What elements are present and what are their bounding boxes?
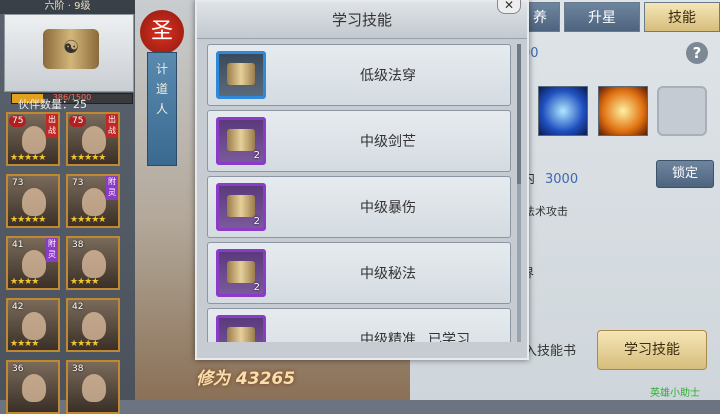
partner-card[interactable]: 42 ★★★★ xyxy=(6,298,60,352)
partner-status-tag: 附灵 xyxy=(106,176,118,200)
sage-badge-icon: 圣 xyxy=(140,10,184,54)
partner-card[interactable]: 38 xyxy=(66,360,120,414)
help-icon[interactable]: ? xyxy=(686,42,708,64)
learned-status: 已学习 xyxy=(428,332,470,342)
banner-char: 人 xyxy=(155,102,168,116)
skill-book-item[interactable]: 2 中级秘法 xyxy=(207,242,511,304)
scroll-icon xyxy=(227,261,255,283)
scroll-icon xyxy=(227,129,255,151)
close-icon[interactable]: ✕ xyxy=(497,0,521,14)
banner-char: 道 xyxy=(155,82,168,96)
rank-level-text: 六阶 · 9级 xyxy=(0,0,135,14)
partner-portrait xyxy=(22,250,46,278)
partner-portrait xyxy=(82,126,106,154)
skillbook-label: 入技能书 xyxy=(524,344,577,359)
banner-text: 计道人 xyxy=(148,59,176,119)
partner-portrait xyxy=(22,374,46,402)
cultivation-value: 修为 43265 xyxy=(196,369,296,389)
skill-book-item[interactable]: 低级法穿 xyxy=(207,44,511,106)
watermark: 英雄小助士 xyxy=(650,388,700,399)
power-row: 内3000 xyxy=(522,168,578,187)
star-rating-icon: ★★★★ xyxy=(70,339,99,349)
skill-book-item[interactable]: 2 中级暴伤 xyxy=(207,176,511,238)
item-count: 2 xyxy=(253,150,260,161)
modal-header: 学习技能 xyxy=(197,2,527,39)
scroll-icon xyxy=(43,29,99,69)
attack-type: 法术攻击 xyxy=(524,205,568,218)
partner-status-tag: 出战 xyxy=(106,114,118,138)
star-rating-icon: ★★★★ xyxy=(10,277,39,287)
partner-level: 38 xyxy=(72,240,84,250)
partner-card[interactable]: 41 附灵 ★★★★ xyxy=(6,236,60,290)
partner-level: 73 xyxy=(12,178,24,188)
star-rating-icon: ★★★★ xyxy=(10,339,39,349)
partner-portrait xyxy=(82,188,106,216)
partner-portrait xyxy=(22,312,46,340)
partner-status-tag: 附灵 xyxy=(46,238,58,262)
scroll-icon xyxy=(227,327,255,342)
tab-bar: 养 升星 技能 xyxy=(520,2,720,32)
partner-portrait xyxy=(22,126,46,154)
partner-card[interactable]: 73 附灵 ★★★★★ xyxy=(66,174,120,228)
partner-portrait xyxy=(82,250,106,278)
tab-star-up[interactable]: 升星 xyxy=(564,2,640,32)
skill-book-scroll-icon: 2 xyxy=(216,249,266,297)
skill-book-name: 中级精准 xyxy=(360,332,416,342)
star-rating-icon: ★★★★★ xyxy=(10,153,46,163)
partner-level: 42 xyxy=(72,302,84,312)
partner-level: 36 xyxy=(12,364,24,374)
scrollbar-thumb[interactable] xyxy=(517,44,521,184)
skill-book-scroll-icon xyxy=(216,51,266,99)
star-rating-icon: ★★★★★ xyxy=(10,215,46,225)
partner-status-tag: 出战 xyxy=(46,114,58,138)
skill-book-item[interactable]: 2 中级剑芒 xyxy=(207,110,511,172)
scroll-icon xyxy=(227,63,255,85)
partner-level: 38 xyxy=(72,364,84,374)
skill-book-name: 中级剑芒 xyxy=(360,134,416,150)
star-rating-icon: ★★★★★ xyxy=(70,215,106,225)
modal-title: 学习技能 xyxy=(331,11,392,29)
skill-slot-blue-icon[interactable] xyxy=(538,86,588,136)
skill-book-scroll-icon: 2 xyxy=(216,117,266,165)
partner-portrait xyxy=(22,188,46,216)
partner-count: 伙伴数量：25 xyxy=(18,98,87,111)
partner-level: 73 xyxy=(72,178,84,188)
partner-card[interactable]: 75 出战 ★★★★★ xyxy=(66,112,120,166)
tab-skills[interactable]: 技能 xyxy=(644,2,720,32)
partner-card[interactable]: 42 ★★★★ xyxy=(66,298,120,352)
partner-portrait xyxy=(82,374,106,402)
partner-portrait xyxy=(82,312,106,340)
learn-skill-button[interactable]: 学习技能 xyxy=(597,330,707,370)
star-rating-icon: ★★★★ xyxy=(70,277,99,287)
skill-slot-orange-icon[interactable] xyxy=(598,86,648,136)
skill-book-name: 低级法穿 xyxy=(360,68,416,84)
star-rating-icon: ★★★★★ xyxy=(70,153,106,163)
partner-card[interactable]: 73 ★★★★★ xyxy=(6,174,60,228)
item-count: 2 xyxy=(253,282,260,293)
skill-book-name: 中级秘法 xyxy=(360,266,416,282)
partner-level: 42 xyxy=(12,302,24,312)
lock-button[interactable]: 锁定 xyxy=(656,160,714,188)
scroll-icon xyxy=(227,195,255,217)
partner-level: 75 xyxy=(69,115,87,127)
skill-slot-empty[interactable] xyxy=(657,86,707,136)
skill-book-scroll-icon: 2 xyxy=(216,183,266,231)
partner-level: 41 xyxy=(12,240,24,250)
partner-card[interactable]: 75 出战 ★★★★★ xyxy=(6,112,60,166)
learn-skill-modal: 学习技能 ✕ 低级法穿 2 中级剑芒 2 中级暴伤 2 中级秘法中级精准 已学习 xyxy=(195,0,529,360)
equipped-item-box[interactable]: 386/1500 xyxy=(4,14,134,104)
skill-book-scroll-icon xyxy=(216,315,266,342)
skill-book-item[interactable]: 中级精准 已学习 xyxy=(207,308,511,342)
skill-book-list[interactable]: 低级法穿 2 中级剑芒 2 中级暴伤 2 中级秘法中级精准 已学习 xyxy=(207,44,521,342)
skill-book-name: 中级暴伤 xyxy=(360,200,416,216)
list-scrollbar[interactable] xyxy=(517,44,521,342)
banner-char: 计 xyxy=(155,62,168,76)
partner-card[interactable]: 38 ★★★★ xyxy=(66,236,120,290)
power-value: 3000 xyxy=(545,172,579,187)
item-count: 2 xyxy=(253,216,260,227)
name-banner: 计道人 xyxy=(147,52,177,166)
partner-level: 75 xyxy=(9,115,27,127)
partner-card[interactable]: 36 xyxy=(6,360,60,414)
